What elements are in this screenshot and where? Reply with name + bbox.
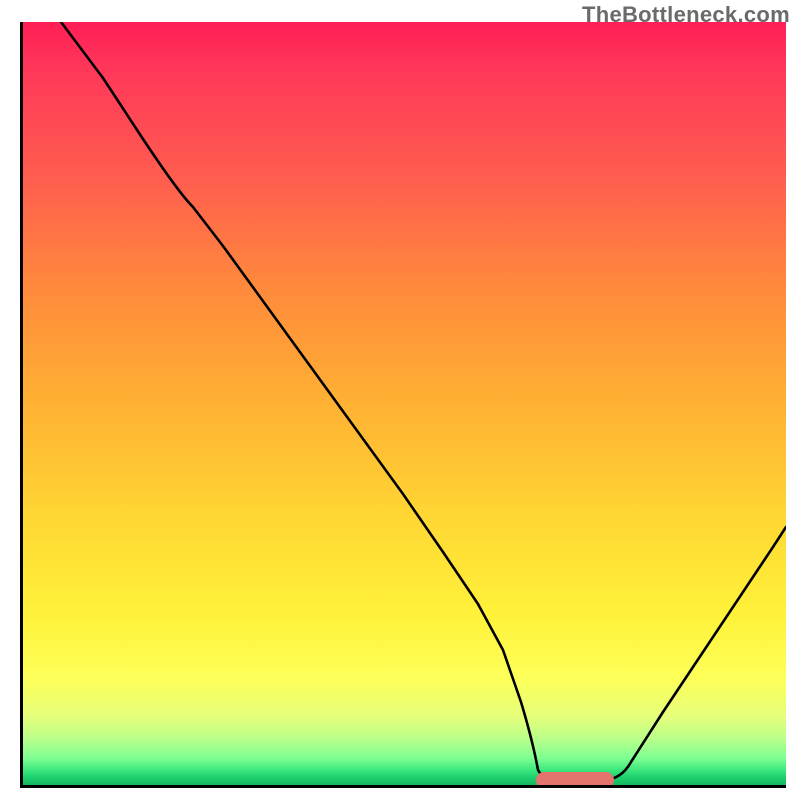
chart-container: TheBottleneck.com [0, 0, 800, 800]
curve-path [61, 22, 786, 780]
optimal-range-marker [536, 772, 614, 788]
plot-area [20, 22, 786, 788]
bottleneck-curve [23, 22, 786, 785]
